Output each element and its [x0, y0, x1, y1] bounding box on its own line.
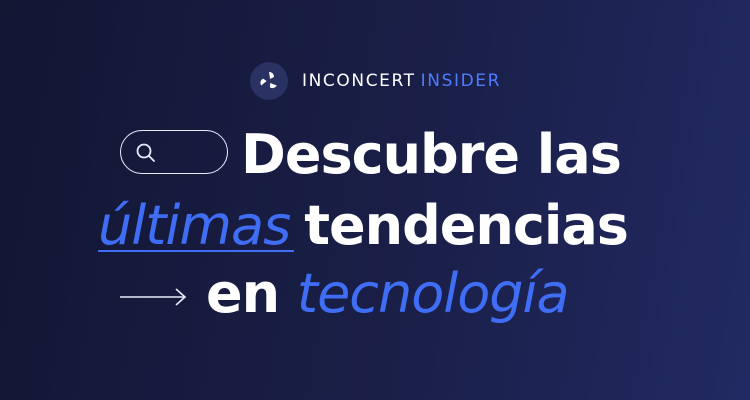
inconcert-logo-icon: [250, 62, 288, 100]
search-icon: [136, 143, 155, 162]
headline-line-3: en tecnología: [206, 262, 570, 325]
search-pill-decoration: [120, 130, 228, 174]
headline-line-1: Descubre las: [241, 123, 622, 186]
headline-highlight-tecnologia: tecnología: [296, 262, 570, 325]
brand-header: INCONCERT INSIDER: [250, 62, 501, 100]
headline-line-3-plain: en: [206, 262, 280, 325]
arrow-right-icon: [120, 288, 187, 306]
highlight-underline: [98, 250, 295, 252]
brand-name-accent: INSIDER: [420, 71, 502, 91]
brand-name-primary: INCONCERT: [302, 71, 416, 91]
promo-banner: INCONCERT INSIDER Descubre las últimas te…: [0, 0, 750, 400]
headline-line-2-rest: tendencias: [304, 194, 629, 257]
headline-highlight-ultimas: últimas: [98, 194, 295, 257]
brand-name: INCONCERT INSIDER: [302, 71, 501, 91]
headline-line-2: últimas tendencias: [98, 194, 629, 257]
highlight-text: últimas: [98, 194, 291, 257]
